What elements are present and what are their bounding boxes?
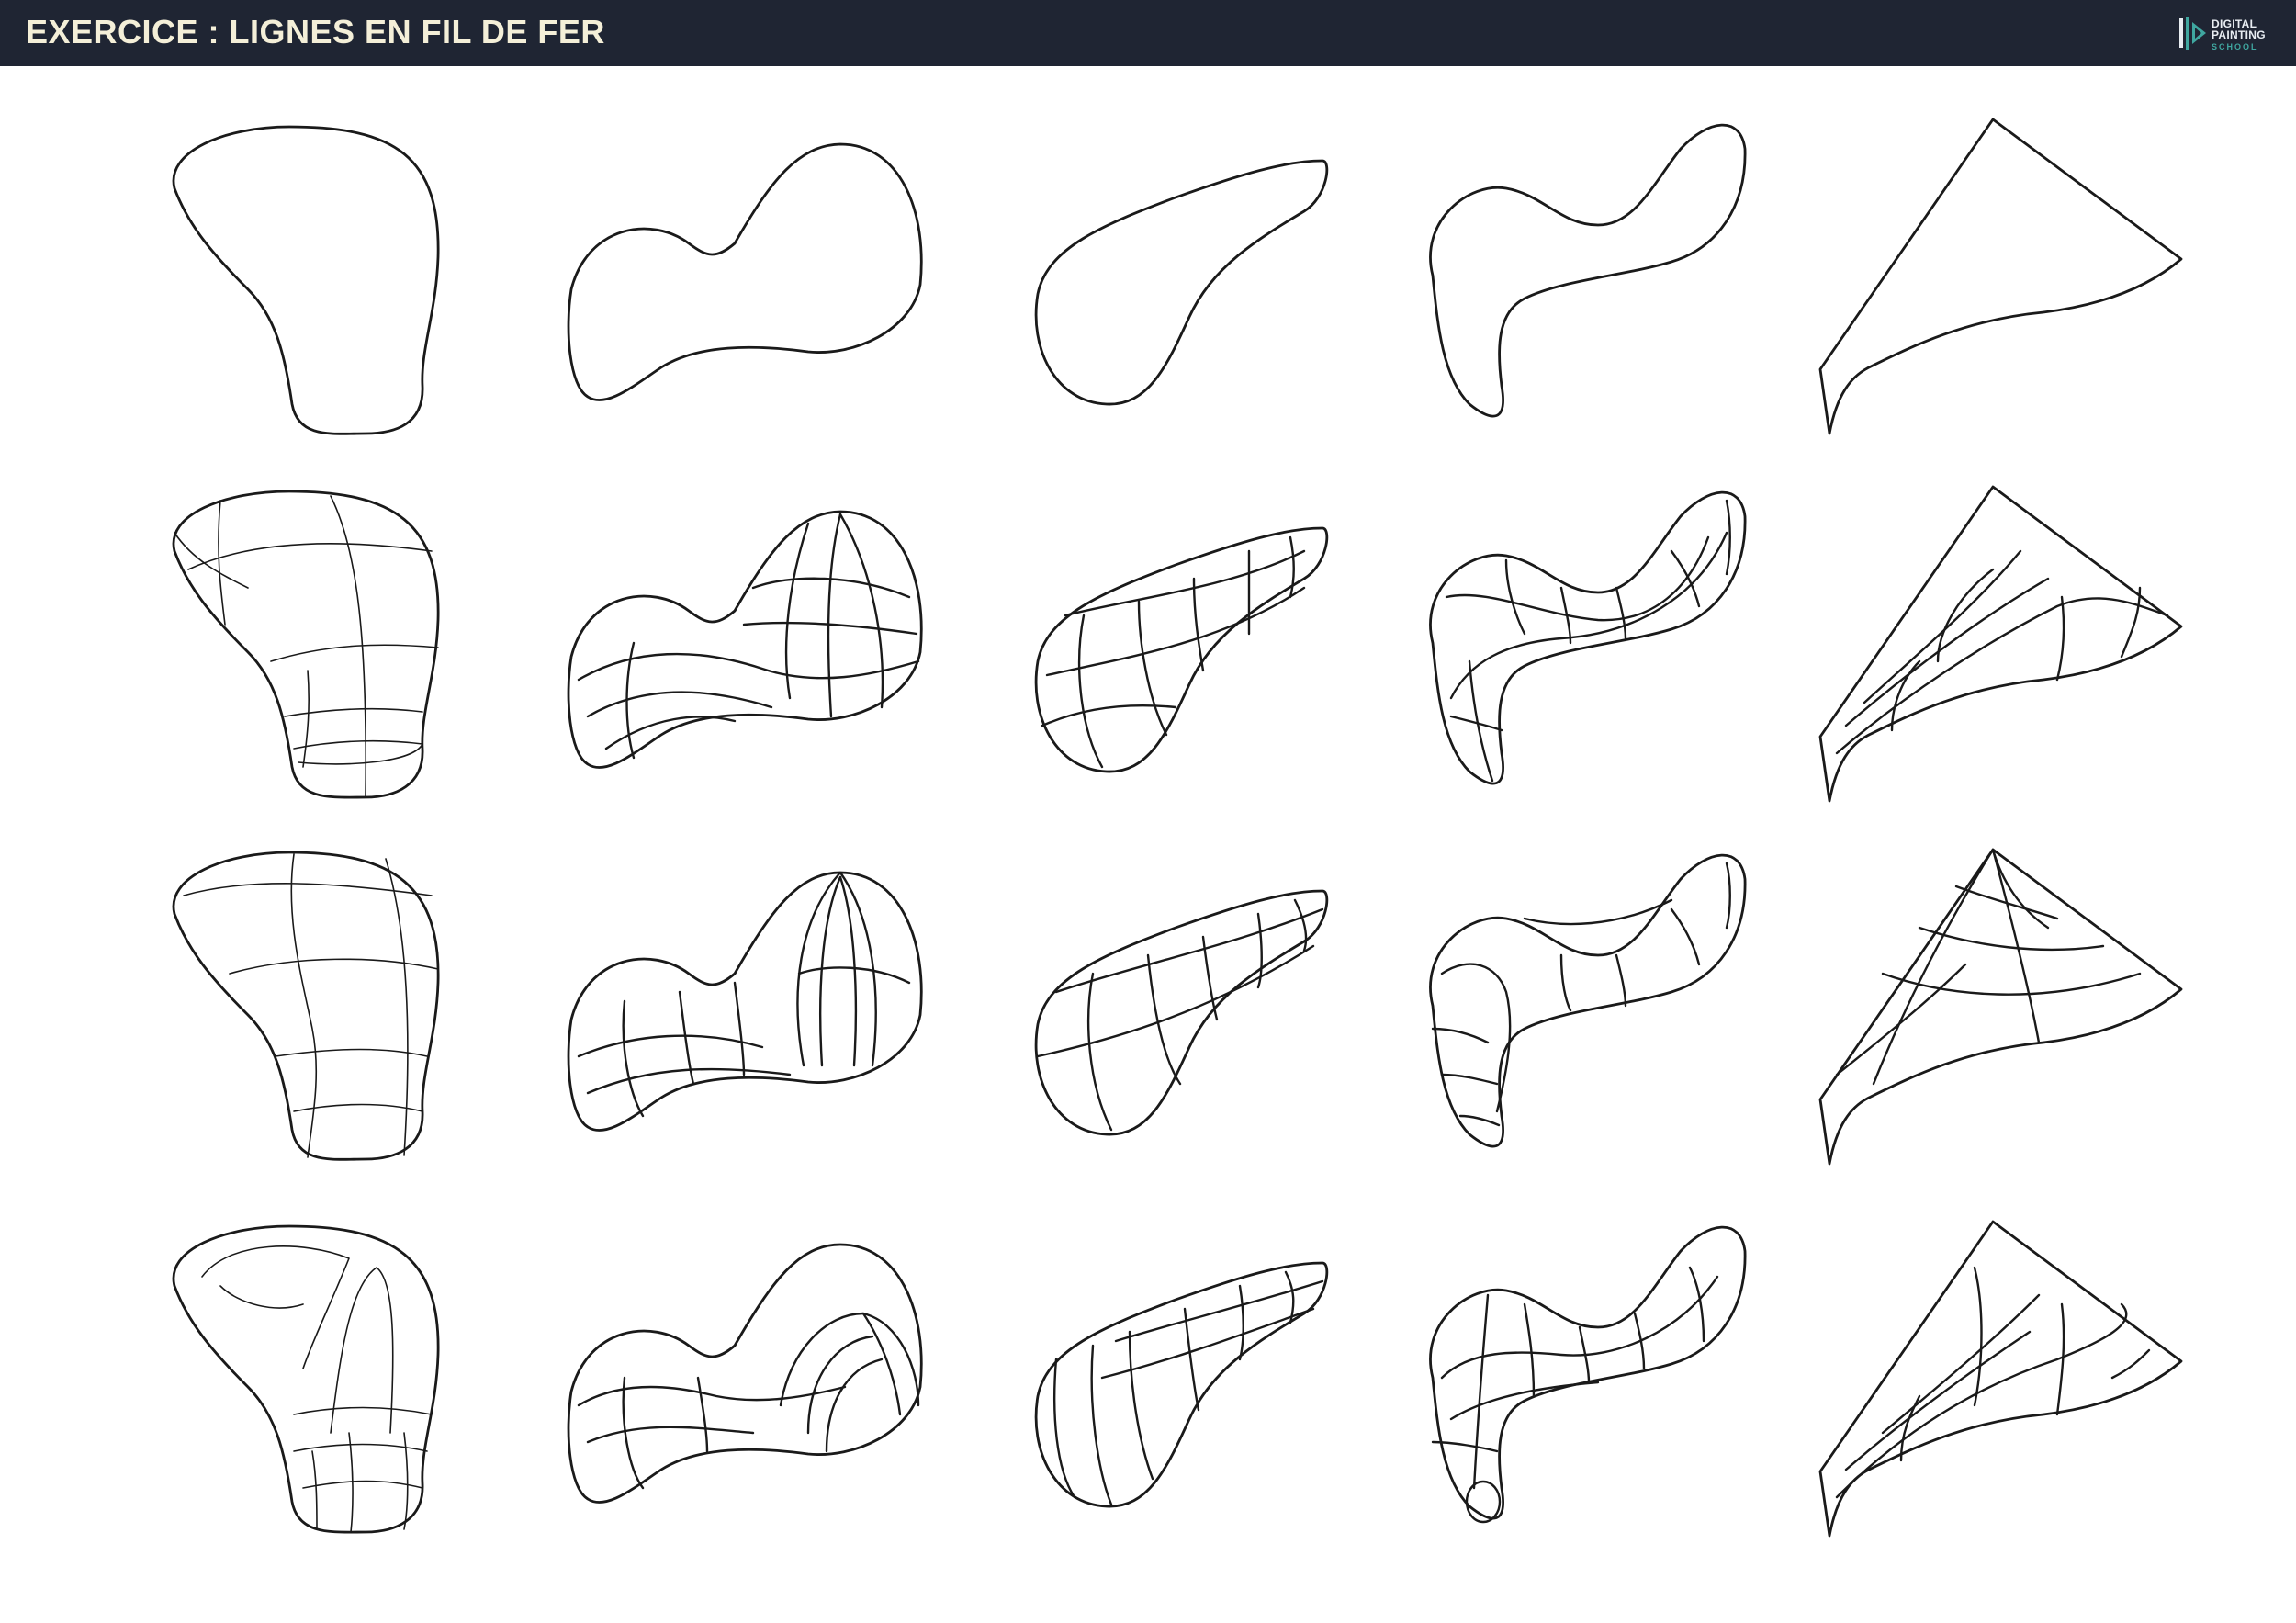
peanut-wireframe-c	[567, 1243, 923, 1504]
cone-wireframe-b	[1818, 848, 2183, 1166]
peanut-wireframe-a	[567, 510, 923, 769]
shape-s-curve-outline	[1429, 123, 1747, 418]
cone-wireframe-a	[1818, 485, 2183, 803]
row-4-wireframes	[172, 1220, 2183, 1538]
row-1-outlines	[172, 118, 2183, 435]
logo-text-school: SCHOOL	[2212, 42, 2258, 51]
blob-wireframe-a	[172, 490, 440, 799]
blob-wireframe-b	[172, 851, 440, 1161]
brand-logo: DIGITAL PAINTING SCHOOL	[2177, 13, 2279, 55]
bean-wireframe-b	[1034, 889, 1329, 1136]
shape-cone-outline	[1818, 118, 2183, 435]
page-title: EXERCICE : LIGNES EN FIL DE FER	[26, 13, 605, 51]
bean-wireframe-c	[1034, 1261, 1329, 1508]
cone-wireframe-c	[1818, 1220, 2183, 1538]
wireframe-exercise-sheet	[172, 118, 2183, 1538]
shape-blob-outline	[172, 125, 440, 435]
s-curve-wireframe-b	[1429, 853, 1747, 1148]
digital-painting-school-logo-icon	[2179, 17, 2206, 50]
shape-peanut-outline	[567, 142, 923, 401]
s-curve-wireframe-c	[1429, 1225, 1747, 1524]
shape-bean-outline	[1034, 159, 1329, 406]
row-3-wireframes	[172, 848, 2183, 1166]
page-header: EXERCICE : LIGNES EN FIL DE FER DIGITAL …	[0, 0, 2296, 66]
peanut-wireframe-b	[567, 871, 923, 1132]
s-curve-wireframe-a	[1429, 490, 1747, 785]
bean-wireframe-a	[1034, 526, 1329, 773]
blob-wireframe-c	[172, 1224, 440, 1534]
logo-text-painting: PAINTING	[2212, 28, 2266, 41]
row-2-wireframes	[172, 485, 2183, 803]
